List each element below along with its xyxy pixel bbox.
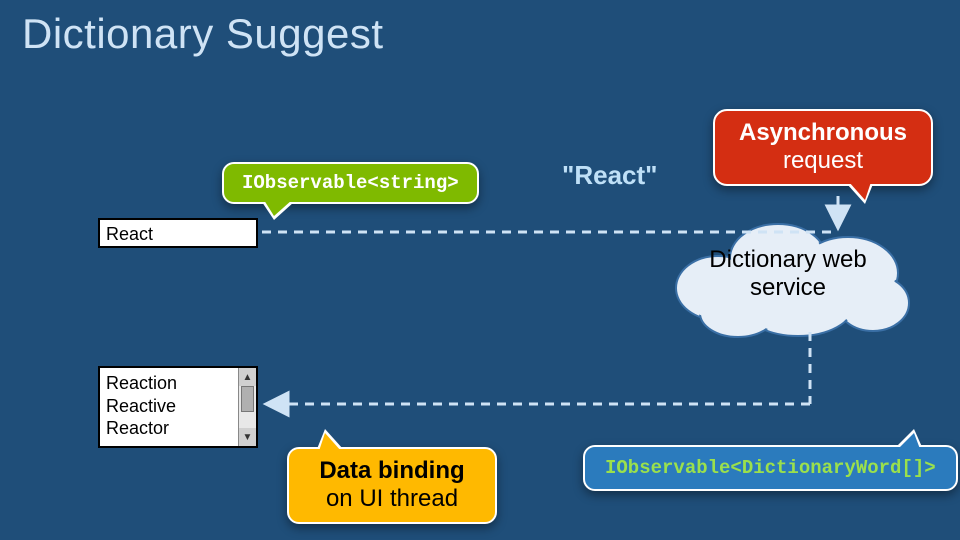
async-request-line2: request [725, 147, 921, 175]
data-binding-line2: on UI thread [299, 485, 485, 513]
list-item[interactable]: Reactive [106, 395, 232, 418]
react-label: "React" [562, 160, 657, 191]
results-items: Reaction Reactive Reactor [100, 368, 238, 446]
data-binding-callout: Data binding on UI thread [287, 447, 497, 524]
observable-string-bubble: IObservable<string> [222, 162, 479, 204]
dictionary-service-cloud: Dictionary web service [668, 218, 918, 343]
observable-result-bubble: IObservable<DictionaryWord[]> [583, 445, 958, 491]
search-input[interactable]: React [98, 218, 258, 248]
async-request-line1: Asynchronous [725, 119, 921, 147]
data-binding-line1: Data binding [299, 457, 485, 485]
list-item[interactable]: Reaction [106, 372, 232, 395]
scrollbar[interactable]: ▲ ▼ [238, 368, 256, 446]
list-item[interactable]: Reactor [106, 417, 232, 440]
results-listbox[interactable]: Reaction Reactive Reactor ▲ ▼ [98, 366, 258, 448]
scroll-thumb[interactable] [241, 386, 254, 412]
page-title: Dictionary Suggest [22, 10, 384, 58]
scroll-up-icon[interactable]: ▲ [239, 368, 256, 386]
scroll-track[interactable] [239, 386, 256, 428]
scroll-down-icon[interactable]: ▼ [239, 428, 256, 446]
cloud-label: Dictionary web service [678, 246, 898, 301]
async-request-callout: Asynchronous request [713, 109, 933, 186]
